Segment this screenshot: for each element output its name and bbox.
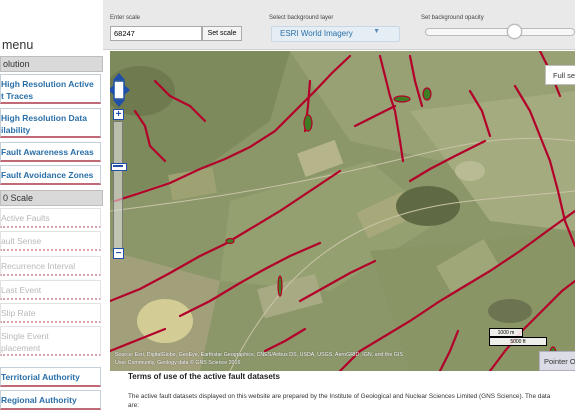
layer-regional-authority[interactable]: Regional Authority — [0, 390, 101, 410]
layer-label-line1: High Resolution Active — [1, 79, 94, 89]
bg-layer-value: ESRI World Imagery — [280, 29, 353, 38]
map-scale-bar: 1000 m 5000 ft — [489, 328, 549, 348]
fullscreen-button[interactable]: Full se — [545, 65, 575, 85]
zoom-out-button[interactable]: − — [113, 248, 124, 259]
opacity-label: Set background opacity — [421, 15, 484, 21]
bg-layer-select[interactable]: ESRI World Imagery ▼ — [271, 26, 400, 42]
map-viewport[interactable]: + − Full se 1000 m 5000 ft Source: Esri,… — [110, 51, 575, 371]
layer-label: ault Sense — [1, 236, 42, 246]
opacity-slider-thumb[interactable] — [507, 24, 522, 39]
terms-body: The active fault datasets displayed on t… — [128, 392, 575, 410]
layer-label-line2: placement — [1, 343, 41, 353]
layer-label: Recurrence Interval — [1, 261, 76, 271]
terms-section: Terms of use of the active fault dataset… — [128, 372, 575, 410]
layer-label: Fault Awareness Areas — [1, 147, 94, 157]
zoom-in-button[interactable]: + — [113, 109, 124, 120]
zoom-handle-icon — [113, 165, 123, 167]
fault-traces-layer — [110, 51, 575, 371]
layer-label-line1: Single Event — [1, 331, 49, 341]
layer-label: Regional Authority — [1, 395, 77, 405]
terms-body-line: are: — [128, 402, 140, 409]
layer-high-res-active-traces[interactable]: High Resolution Active t Traces — [0, 74, 101, 104]
terms-title: Terms of use of the active fault dataset… — [128, 372, 280, 381]
layer-recurrence-interval[interactable]: Recurrence Interval — [0, 256, 101, 276]
scale-bar-metric: 1000 m — [489, 328, 523, 337]
layer-label-line1: High Resolution Data — [1, 113, 87, 123]
scale-bar-imperial: 5000 ft — [489, 337, 547, 346]
pan-control[interactable] — [110, 73, 130, 107]
layer-single-event-displacement[interactable]: Single Event placement — [0, 326, 101, 356]
scale-label: Enter scale — [110, 15, 141, 21]
layer-last-event[interactable]: Last Event — [0, 280, 101, 300]
chevron-down-icon: ▼ — [373, 28, 380, 35]
layer-label-line2: ilability — [1, 125, 31, 135]
opacity-slider-track[interactable] — [425, 28, 575, 36]
bg-layer-label: Select background layer — [269, 15, 334, 21]
scale-input[interactable] — [110, 26, 202, 41]
zoom-slider-track[interactable] — [113, 121, 123, 249]
layer-label: Fault Avoidance Zones — [1, 170, 94, 180]
layer-active-faults[interactable]: Active Faults — [0, 208, 101, 228]
layer-territorial-authority[interactable]: Territorial Authority — [0, 367, 101, 387]
layer-fault-awareness-areas[interactable]: Fault Awareness Areas — [0, 142, 101, 162]
layer-high-res-data-availability[interactable]: High Resolution Data ilability — [0, 108, 101, 138]
terms-body-line: The active fault datasets displayed on t… — [128, 393, 551, 400]
section-header-scale[interactable]: 0 Scale — [0, 190, 103, 206]
pointer-output-button[interactable]: Pointer Ou — [539, 351, 575, 371]
set-scale-button[interactable]: Set scale — [202, 26, 242, 41]
layer-fault-avoidance-zones[interactable]: Fault Avoidance Zones — [0, 165, 101, 185]
layer-label: Active Faults — [1, 213, 50, 223]
layer-label-line2: t Traces — [1, 91, 34, 101]
map-attribution: Source: Esri, DigitalGlobe, GeoEye, Eart… — [115, 351, 475, 367]
layer-fault-sense[interactable]: ault Sense — [0, 231, 101, 251]
layer-label: Slip Rate — [1, 308, 36, 318]
layer-slip-rate[interactable]: Slip Rate — [0, 303, 101, 323]
attribution-line: Source: Esri, DigitalGlobe, GeoEye, Eart… — [115, 352, 403, 358]
menu-title: menu — [2, 38, 34, 52]
attribution-line: User Community, Geology data © GNS Scien… — [115, 360, 241, 366]
layer-label: Territorial Authority — [1, 372, 80, 382]
map-toolbar: Enter scale Set scale Select background … — [103, 0, 575, 50]
left-menu: menu olution High Resolution Active t Tr… — [0, 0, 103, 412]
section-header-resolution[interactable]: olution — [0, 56, 103, 72]
fault-trace — [113, 54, 352, 203]
layer-label: Last Event — [1, 285, 42, 295]
